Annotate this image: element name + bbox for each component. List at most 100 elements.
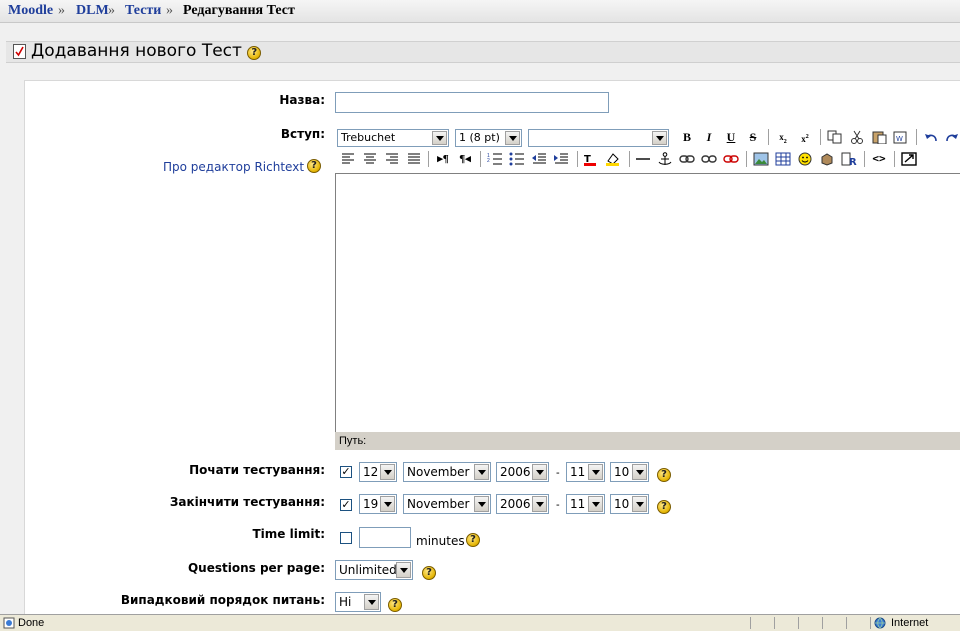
zone-text: Internet <box>891 617 929 629</box>
close-hour-select[interactable]: 11 <box>566 494 605 514</box>
unlink-icon[interactable] <box>701 152 717 166</box>
paste-icon[interactable] <box>871 130 887 144</box>
font-family-select[interactable]: Trebuchet <box>337 129 449 147</box>
editor-path-label: Путь: <box>339 435 367 447</box>
page-done-icon <box>3 617 15 629</box>
help-icon[interactable]: ? <box>388 598 402 612</box>
questions-per-page-select[interactable]: Unlimited <box>335 560 413 580</box>
toolbar-separator <box>480 151 481 167</box>
help-icon[interactable]: ? <box>657 468 671 482</box>
close-year-select[interactable]: 2006 <box>496 494 549 514</box>
link-icon[interactable] <box>679 152 695 166</box>
align-center-icon[interactable] <box>362 152 378 166</box>
help-icon[interactable]: ? <box>422 566 436 580</box>
time-limit-label: Time limit: <box>252 527 326 541</box>
toolbar-separator <box>768 129 769 145</box>
outdent-icon[interactable] <box>531 152 547 166</box>
toolbar-separator <box>916 129 917 145</box>
special-char-icon[interactable] <box>819 152 835 166</box>
image-icon[interactable] <box>753 152 769 166</box>
statusbar-cell <box>798 617 821 629</box>
breadcrumb-link-dlm[interactable]: DLM <box>76 3 109 18</box>
help-icon[interactable]: ? <box>466 533 480 547</box>
toolbar-separator <box>864 151 865 167</box>
smiley-icon[interactable] <box>797 152 813 166</box>
open-date-label: Почати тестування: <box>189 463 325 477</box>
close-date-label: Закінчити тестування: <box>169 495 325 509</box>
richtext-editor-area[interactable] <box>335 173 960 434</box>
rtl-button[interactable]: ¶◂ <box>456 150 474 168</box>
breadcrumb-separator: » <box>108 3 115 18</box>
toolbar-separator <box>746 151 747 167</box>
table-icon[interactable] <box>775 152 791 166</box>
breadcrumb-link-moodle[interactable]: Moodle <box>8 3 53 18</box>
svg-text:2: 2 <box>487 158 490 164</box>
richtext-help-link[interactable]: Про редактор Richtext <box>163 160 304 174</box>
nolink-icon[interactable] <box>723 152 739 166</box>
underline-button[interactable]: U <box>722 128 740 146</box>
italic-button[interactable]: I <box>700 128 718 146</box>
superscript-button[interactable]: x2 <box>796 128 814 146</box>
time-limit-input[interactable] <box>359 527 411 548</box>
quiz-icon <box>13 44 26 59</box>
statusbar-cell <box>822 617 845 629</box>
redo-icon[interactable] <box>944 130 960 144</box>
help-icon[interactable]: ? <box>307 159 321 173</box>
bold-button[interactable]: B <box>678 128 696 146</box>
close-minute-select[interactable]: 10 <box>610 494 649 514</box>
name-label: Назва: <box>279 93 325 107</box>
open-day-select[interactable]: 12 <box>359 462 397 482</box>
help-icon[interactable]: ? <box>657 500 671 514</box>
close-date-checkbox[interactable]: ✓ <box>340 499 352 511</box>
name-input[interactable] <box>335 92 609 113</box>
text-color-icon[interactable]: T <box>583 152 599 166</box>
toolbar-separator <box>894 151 895 167</box>
align-justify-icon[interactable] <box>406 152 422 166</box>
browser-statusbar: Done Internet <box>0 614 960 631</box>
ltr-button[interactable]: ▸¶ <box>434 150 452 168</box>
editor-path-bar: Путь: <box>335 432 960 450</box>
intro-label: Вступ: <box>280 127 325 141</box>
strikethrough-button[interactable]: S <box>744 128 762 146</box>
copy-icon[interactable] <box>827 130 843 144</box>
font-size-select[interactable]: 1 (8 pt) <box>455 129 522 147</box>
subscript-button[interactable]: x2 <box>774 128 792 146</box>
cut-icon[interactable] <box>849 130 865 144</box>
anchor-icon[interactable] <box>657 152 673 166</box>
questions-per-page-label: Questions per page: <box>187 561 325 575</box>
svg-text:R: R <box>849 157 857 166</box>
search-replace-icon[interactable]: R <box>841 152 857 166</box>
help-icon[interactable]: ? <box>247 46 262 60</box>
status-text: Done <box>18 617 45 629</box>
page-title: Додавання нового Тест ? <box>31 41 262 61</box>
security-zone: Internet <box>870 617 960 629</box>
statusbar-cell <box>774 617 797 629</box>
open-hour-select[interactable]: 11 <box>566 462 605 482</box>
statusbar-cell <box>750 617 773 629</box>
minutes-unit: minutes <box>416 534 465 548</box>
horizontal-rule-icon[interactable] <box>635 152 651 166</box>
background-color-icon[interactable] <box>605 152 621 166</box>
statusbar-cell <box>846 617 869 629</box>
unordered-list-icon[interactable] <box>509 152 525 166</box>
fullscreen-icon[interactable] <box>901 152 917 166</box>
indent-icon[interactable] <box>553 152 569 166</box>
open-minute-select[interactable]: 10 <box>610 462 649 482</box>
breadcrumb-link-quizzes[interactable]: Тести <box>125 3 161 18</box>
toolbar-separator <box>820 129 821 145</box>
open-date-checkbox[interactable]: ✓ <box>340 466 352 478</box>
align-right-icon[interactable] <box>384 152 400 166</box>
heading-select[interactable] <box>528 129 669 147</box>
open-month-select[interactable]: November <box>403 462 491 482</box>
close-day-select[interactable]: 19 <box>359 494 397 514</box>
open-year-select[interactable]: 2006 <box>496 462 549 482</box>
shuffle-questions-select[interactable]: Ні <box>335 592 381 612</box>
time-limit-checkbox[interactable] <box>340 532 352 544</box>
close-month-select[interactable]: November <box>403 494 491 514</box>
ordered-list-icon[interactable]: 12 <box>487 152 503 166</box>
toolbar-separator <box>629 151 630 167</box>
undo-icon[interactable] <box>923 130 939 144</box>
align-left-icon[interactable] <box>340 152 356 166</box>
html-source-button[interactable]: <> <box>870 150 888 168</box>
paste-word-icon[interactable]: W <box>893 130 909 144</box>
